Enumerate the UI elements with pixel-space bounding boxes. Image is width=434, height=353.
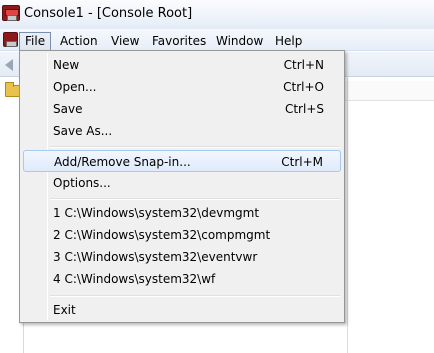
system-menu-icon[interactable]: [3, 32, 18, 47]
mmc-window: Console1 - [Console Root] File Action Vi…: [0, 0, 434, 353]
menu-item-exit[interactable]: Exit: [23, 299, 341, 321]
menu-item-save[interactable]: Save Ctrl+S: [23, 98, 341, 120]
menu-item-label: 1 C:\Windows\system32\devmgmt: [53, 206, 260, 220]
menu-item-recent-4[interactable]: 4 C:\Windows\system32\wf: [23, 268, 341, 290]
menu-item-shortcut: Ctrl+N: [283, 58, 324, 72]
menu-window[interactable]: Window: [211, 32, 268, 50]
menu-item-label: Options...: [53, 176, 111, 190]
menu-item-label: 4 C:\Windows\system32\wf: [53, 272, 216, 286]
menu-item-label: Exit: [53, 303, 76, 317]
menu-item-shortcut: Ctrl+M: [281, 155, 323, 169]
menu-item-add-remove-snap-in[interactable]: Add/Remove Snap-in... Ctrl+M: [23, 150, 341, 172]
menu-file[interactable]: File: [19, 32, 52, 50]
menu-item-recent-2[interactable]: 2 C:\Windows\system32\compmgmt: [23, 224, 341, 246]
window-title: Console1 - [Console Root]: [24, 6, 193, 21]
menu-item-shortcut: Ctrl+O: [283, 80, 324, 94]
menu-item-label: Save: [53, 102, 83, 116]
menu-separator: [50, 295, 340, 297]
menu-item-label: 2 C:\Windows\system32\compmgmt: [53, 228, 271, 242]
menu-item-options[interactable]: Options...: [23, 172, 341, 194]
menu-item-shortcut: Ctrl+S: [284, 102, 324, 116]
file-menu-dropdown: New Ctrl+N Open... Ctrl+O Save Ctrl+S Sa…: [19, 50, 345, 323]
menu-item-recent-1[interactable]: 1 C:\Windows\system32\devmgmt: [23, 202, 341, 224]
menu-help[interactable]: Help: [270, 32, 307, 50]
menu-favorites[interactable]: Favorites: [147, 32, 211, 50]
menu-action[interactable]: Action: [55, 32, 103, 50]
menu-view[interactable]: View: [106, 32, 144, 50]
menu-separator: [50, 198, 340, 200]
back-arrow-icon[interactable]: [5, 59, 13, 71]
menu-item-label: New: [53, 58, 80, 72]
title-bar[interactable]: Console1 - [Console Root]: [0, 0, 434, 29]
menu-item-open[interactable]: Open... Ctrl+O: [23, 76, 341, 98]
menu-bar: File Action View Favorites Window Help: [0, 29, 434, 51]
actions-pane-divider[interactable]: [347, 78, 348, 353]
menu-item-save-as[interactable]: Save As...: [23, 120, 341, 142]
menu-item-label: Open...: [53, 80, 97, 94]
mmc-console-icon[interactable]: [2, 5, 20, 21]
menu-separator: [50, 146, 340, 148]
menu-item-label: Save As...: [53, 124, 113, 138]
menu-item-label: Add/Remove Snap-in...: [54, 155, 191, 169]
menu-item-new[interactable]: New Ctrl+N: [23, 54, 341, 76]
menu-item-recent-3[interactable]: 3 C:\Windows\system32\eventvwr: [23, 246, 341, 268]
menu-item-label: 3 C:\Windows\system32\eventvwr: [53, 250, 258, 264]
